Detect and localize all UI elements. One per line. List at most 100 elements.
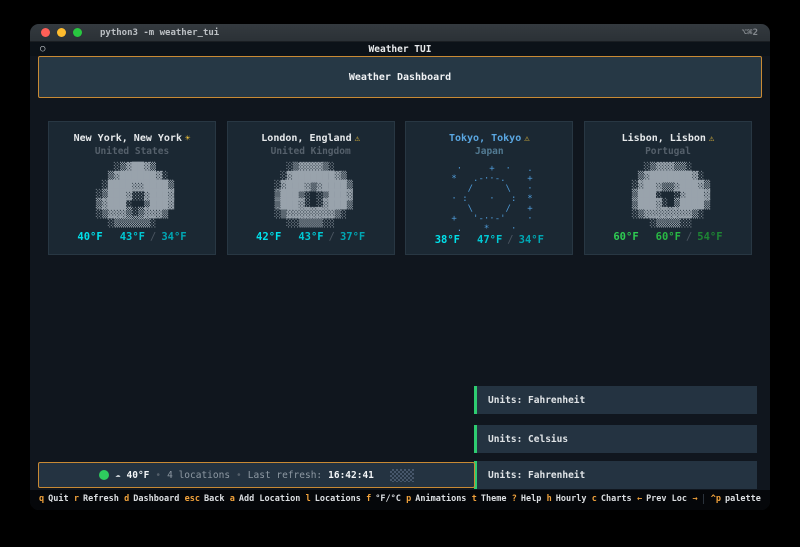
status-temp: 40°F [126,469,150,481]
footer-shortcut-quit[interactable]: q Quit [39,494,69,504]
cloud-icon: ☁ [115,470,121,480]
card-city: New York, New York ☀ [74,133,191,144]
bullet-separator: • [236,469,242,481]
card-temps: 40°F 43°F / 34°F [77,231,186,243]
footer-label: °F/°C [375,493,401,504]
app-menu-icon[interactable]: ○ [40,42,45,56]
minimize-button[interactable] [57,28,66,37]
footer-label: Help [520,493,542,504]
card-temps: 60°F 60°F / 54°F [613,231,722,243]
zoom-button[interactable] [73,28,82,37]
status-locations-count: 4 locations [167,469,231,481]
temp-high: 43°F [119,231,145,243]
footer-key: → [692,493,698,504]
footer-label: Back [204,493,225,504]
footer-shortcut-animations[interactable]: p Animations [406,494,466,504]
card-city: London, England ⚠ [261,133,360,144]
temp-low: 34°F [161,231,187,243]
temp-high: 47°F [477,234,503,246]
close-button[interactable] [41,28,50,37]
status-bar: ☁ 40°F • 4 locations • Last refresh: 16:… [38,462,475,488]
weather-ascii-art-cloud: ░▒▓▓▓▒▒░ ▒▓███████▓░ ░▓██▓▒▒▓███▓▒ ▒███░… [631,163,711,228]
temp-low: 37°F [339,231,366,243]
weather-card-tokyo[interactable]: Tokyo, Tokyo ⚠ Japan · + · . * .-··-. + /… [405,121,574,255]
city-name: London, England [261,133,352,144]
card-country: United Kingdom [270,146,351,157]
app-title: Weather TUI [368,43,432,55]
app-header: ○ Weather TUI [30,42,770,56]
warning-icon: ⚠ [354,134,361,144]
temp-low: 54°F [697,231,723,243]
footer-shortcut-[interactable]: → [692,494,697,504]
status-refresh-time: 16:42:41 [328,469,374,481]
card-city: Lisbon, Lisbon ⚠ [622,133,715,144]
footer-shortcut-refresh[interactable]: r Refresh [74,494,119,504]
footer-shortcut-palette[interactable]: ^p palette [702,493,761,504]
terminal-window: python3 -m weather_tui ⌥⌘2 ○ Weather TUI… [30,24,770,510]
footer-key: p [406,493,412,504]
temp-high: 60°F [655,231,681,243]
footer-label: Add Location [238,493,301,504]
location-cards: New York, New York ☀ United States ░▒▓██▓… [48,121,752,255]
footer-key: q [39,493,45,504]
weather-card-new-york[interactable]: New York, New York ☀ United States ░▒▓██▓… [48,121,216,255]
footer-label: Charts [600,493,632,504]
bullet-separator: • [155,469,162,481]
toast-text: Units: Fahrenheit [488,469,586,481]
footer-label: Theme [480,493,507,504]
footer-shortcut-f-c[interactable]: f °F/°C [366,494,401,504]
footer-key: d [124,493,130,504]
temp-low: 34°F [518,234,544,246]
weather-ascii-art-clear-night: · + · . * .-··-. + / \ · · : · : * \ / +… [451,164,533,234]
card-country: Portugal [645,146,691,157]
footer-label: Animations [415,493,467,504]
footer-key: ^p [710,493,721,504]
footer-shortcut-charts[interactable]: c Charts [592,494,632,504]
footer-shortcut-hourly[interactable]: h Hourly [547,494,587,504]
temp-separator: / [685,231,693,243]
card-temps: 38°F 47°F / 34°F [435,234,544,246]
footer-shortcut-dashboard[interactable]: d Dashboard [124,494,179,504]
sun-icon: ☀ [184,134,191,144]
temp-separator: / [328,231,335,243]
footer-label: Prev Loc [646,493,688,504]
footer-shortcut-theme[interactable]: t Theme [472,494,507,504]
temp-current: 40°F [77,231,103,243]
temp-separator: / [149,231,157,243]
warning-icon: ⚠ [524,134,530,144]
toast-units-fahrenheit-2[interactable]: Units: Fahrenheit [474,461,757,489]
weather-card-lisbon[interactable]: Lisbon, Lisbon ⚠ Portugal ░▒▓▓▓▒▒░ ▒▓████… [583,121,752,255]
city-name: New York, New York [73,133,182,144]
footer-shortcut-add-location[interactable]: a Add Location [230,494,301,504]
footer-key: t [471,493,477,504]
card-city: Tokyo, Tokyo ⚠ [449,133,530,144]
toast-text: Units: Celsius [488,433,569,445]
weather-card-london[interactable]: London, England ⚠ United Kingdom ░▒▓▓▓▓▒░… [226,121,395,255]
terminal-titlebar: python3 -m weather_tui ⌥⌘2 [30,24,770,42]
footer-shortcut-prev-loc[interactable]: ← Prev Loc [637,494,687,504]
traffic-lights [41,28,82,37]
dashboard-title: Weather Dashboard [348,71,452,83]
toast-units-fahrenheit[interactable]: Units: Fahrenheit [474,386,757,414]
city-name: Lisbon, Lisbon [621,133,706,144]
online-status-icon [99,470,110,480]
footer-shortcut-back[interactable]: esc Back [185,494,225,504]
card-country: Japan [475,146,504,157]
terminal-title: python3 -m weather_tui [100,27,220,38]
footer-key: ← [636,493,643,504]
toast-units-celsius[interactable]: Units: Celsius [474,425,757,453]
footer-shortcut-locations[interactable]: l Locations [306,494,361,504]
temp-current: 38°F [434,234,460,246]
footer-key: c [591,493,597,504]
footer-key: f [366,493,372,504]
refresh-activity-indicator [389,468,414,482]
footer-label: Locations [314,493,361,504]
temp-current: 42°F [256,231,282,243]
footer-label: Quit [48,493,69,504]
toast-text: Units: Fahrenheit [488,394,586,406]
temp-current: 60°F [613,231,639,243]
footer-shortcut-help[interactable]: ? Help [512,494,542,504]
card-temps: 42°F 43°F / 37°F [256,231,365,243]
footer-key: esc [184,493,200,504]
city-name: Tokyo, Tokyo [448,133,522,144]
